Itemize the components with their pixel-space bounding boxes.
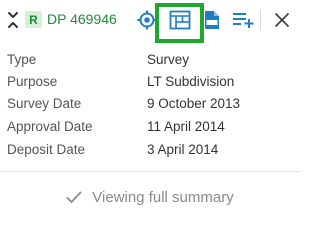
detail-row-purpose: Purpose LT Subdivision — [0, 72, 300, 92]
plan-summary-panel: R DP 469946 Type Survey Purpose LT Subdi… — [0, 0, 300, 223]
plan-image-icon[interactable] — [168, 8, 192, 32]
locate-icon[interactable] — [135, 8, 159, 32]
plan-type-badge: R — [25, 11, 42, 28]
detail-value: 9 October 2013 — [147, 96, 241, 111]
detail-row-type: Type Survey — [0, 50, 300, 70]
detail-value: 11 April 2014 — [147, 119, 225, 134]
footer-label: Viewing full summary — [92, 188, 234, 206]
detail-label: Approval Date — [7, 119, 93, 134]
header-divider — [260, 10, 261, 30]
detail-value: 3 April 2014 — [147, 142, 219, 157]
detail-label: Survey Date — [7, 96, 82, 111]
detail-value: LT Subdivision — [147, 74, 235, 89]
close-icon[interactable] — [270, 8, 294, 32]
collapse-icon[interactable] — [6, 9, 20, 31]
detail-row-survey-date: Survey Date 9 October 2013 — [0, 94, 300, 114]
check-icon — [66, 191, 82, 204]
detail-label: Type — [7, 52, 37, 67]
detail-value: Survey — [147, 52, 190, 67]
footer-divider — [0, 171, 300, 172]
panel-header: R DP 469946 — [0, 0, 300, 43]
detail-row-deposit-date: Deposit Date 3 April 2014 — [0, 140, 300, 160]
detail-label: Deposit Date — [7, 142, 86, 157]
plan-number: DP 469946 — [47, 11, 117, 27]
pdf-document-icon[interactable] — [204, 8, 220, 32]
detail-label: Purpose — [7, 74, 58, 89]
detail-row-approval-date: Approval Date 11 April 2014 — [0, 117, 300, 137]
add-to-list-icon[interactable] — [231, 8, 255, 32]
viewing-full-summary-button[interactable]: Viewing full summary — [0, 183, 300, 211]
